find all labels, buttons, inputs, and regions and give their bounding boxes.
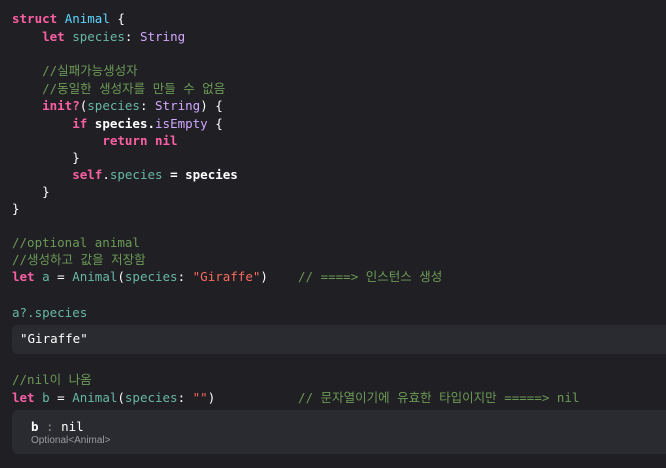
result-colon: : [38, 419, 62, 434]
brace: } [12, 201, 20, 216]
comment: //nil이 나옴 [12, 372, 92, 387]
colon: : [177, 269, 193, 284]
brace: } [42, 184, 50, 199]
property-name: isEmpty [155, 116, 208, 131]
code-line-16[interactable]: let a = Animal(species: "Giraffe") // ==… [12, 268, 442, 285]
code-line-12[interactable]: } [12, 200, 20, 217]
type-name: String [139, 29, 186, 44]
param-name: species [124, 269, 178, 284]
comment: // ====> 인스턴스 생성 [298, 269, 443, 284]
code-line-14[interactable]: //optional animal [12, 234, 140, 251]
code-line-18[interactable]: a?.species [12, 304, 87, 321]
code-line-6[interactable]: init?(species: String) { [12, 97, 223, 114]
keyword: init? [42, 98, 80, 113]
code-line-4[interactable]: //실패가능생성자 [12, 62, 138, 79]
keyword: if [72, 116, 88, 131]
comment: //실패가능생성자 [42, 63, 138, 78]
brace: { [109, 11, 125, 26]
string-literal: "" [192, 390, 208, 405]
result-value: "Giraffe" [20, 331, 88, 346]
keyword: return [102, 133, 148, 148]
type-name: Animal [72, 269, 118, 284]
code-line-11[interactable]: } [12, 183, 50, 200]
result-type: Optional<Animal> [31, 435, 111, 446]
keyword: let [12, 390, 35, 405]
comment: //optional animal [12, 235, 140, 250]
paren: ) [207, 390, 216, 405]
code-editor[interactable]: struct Animal { let species: String //실패… [0, 0, 666, 468]
variable-name: b [42, 390, 50, 405]
identifier: species. [87, 116, 156, 131]
code-line-8[interactable]: return nil [12, 132, 178, 149]
param-name: species [87, 98, 140, 113]
property-name: species [34, 305, 88, 320]
code-line-2[interactable]: let species: String [12, 28, 185, 45]
colon: : [124, 29, 140, 44]
assignment: = species [162, 167, 238, 182]
dot: . [102, 167, 110, 182]
code-line-20[interactable]: //nil이 나옴 [12, 371, 92, 388]
property-name: species [72, 29, 125, 44]
code-line-7[interactable]: if species.isEmpty { [12, 115, 223, 132]
keyword: let [42, 29, 65, 44]
paren: ) [260, 269, 268, 284]
type-name: Animal [72, 390, 118, 405]
optional-access: a?. [12, 305, 35, 320]
brace: { [207, 116, 223, 131]
equals: = [49, 269, 73, 284]
keyword: self [72, 167, 103, 182]
result-value: nil [61, 419, 84, 434]
variable-name: a [42, 269, 50, 284]
paren: ( [117, 390, 125, 405]
result-name-value: b : nil [31, 419, 84, 434]
brace: } [72, 150, 80, 165]
result-var-name: b [31, 419, 39, 434]
inline-result-giraffe[interactable]: "Giraffe" [12, 325, 666, 354]
code-line-21[interactable]: let b = Animal(species: "") // 문자열이기에 유효… [12, 389, 579, 406]
colon: : [139, 98, 156, 113]
struct-name: Animal [64, 11, 110, 26]
nil-literal: nil [147, 133, 178, 148]
inline-result-nil[interactable]: b : nil Optional<Animal> [12, 410, 666, 454]
comment: //생성하고 값을 저장함 [12, 252, 146, 267]
param-name: species [124, 390, 178, 405]
property-name: species [109, 167, 163, 182]
keyword: let [12, 269, 35, 284]
code-line-15[interactable]: //생성하고 값을 저장함 [12, 251, 146, 268]
paren: ) { [200, 98, 223, 113]
paren: ( [117, 269, 125, 284]
comment: //동일한 생성자를 만들 수 없음 [42, 81, 226, 96]
colon: : [177, 390, 193, 405]
code-line-9[interactable]: } [12, 149, 80, 166]
string-literal: "Giraffe" [192, 269, 261, 284]
keyword: struct [12, 11, 58, 26]
equals: = [49, 390, 73, 405]
code-line-5[interactable]: //동일한 생성자를 만들 수 없음 [12, 80, 225, 97]
code-line-10[interactable]: self.species = species [12, 166, 238, 183]
code-line-1[interactable]: struct Animal { [12, 10, 125, 27]
comment: // 문자열이기에 유효한 타입이지만 =====> nil [298, 390, 580, 405]
type-name: String [155, 98, 201, 113]
